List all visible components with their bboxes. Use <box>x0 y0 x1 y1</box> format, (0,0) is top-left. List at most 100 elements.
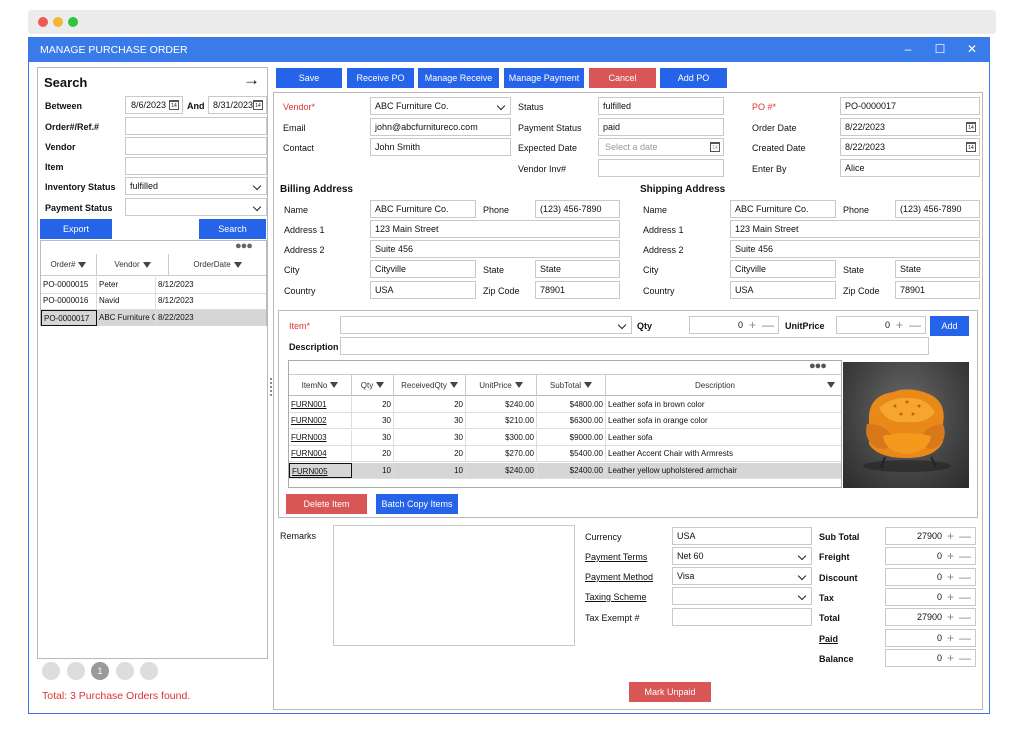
filter-icon[interactable] <box>233 261 242 268</box>
billing-phone-field[interactable]: (123) 456-7890 <box>535 200 620 218</box>
more-dots-icon[interactable]: ●●● <box>235 240 253 252</box>
item-search-input[interactable] <box>125 157 267 175</box>
arrow-right-icon[interactable]: → <box>243 70 260 90</box>
table-row[interactable]: FURN003 30 30 $300.00 $9000.00 Leather sofa <box>289 429 841 446</box>
payment-method-link[interactable]: Payment Method <box>585 572 653 582</box>
tax-stepper[interactable]: 0 + — <box>885 587 976 606</box>
minus-icon[interactable]: — <box>909 317 921 333</box>
qty-col-header[interactable]: Qty <box>352 375 394 395</box>
vendor-col-header[interactable]: Vendor <box>97 254 169 275</box>
plus-icon[interactable]: + <box>947 528 954 544</box>
receive-po-button[interactable]: Receive PO <box>347 68 414 88</box>
plus-icon[interactable]: + <box>947 569 954 585</box>
plus-icon[interactable]: + <box>896 317 903 333</box>
receivedqty-col-header[interactable]: ReceivedQty <box>394 375 466 395</box>
billing-city-field[interactable]: Cityville <box>370 260 476 278</box>
shipping-addr1-field[interactable]: 123 Main Street <box>730 220 980 238</box>
enter-by-field[interactable]: Alice <box>840 159 980 177</box>
billing-state-field[interactable]: State <box>535 260 620 278</box>
description-input[interactable] <box>340 337 929 355</box>
itemno-col-header[interactable]: ItemNo <box>289 375 352 395</box>
table-row[interactable]: PO-0000016 Navid 8/12/2023 <box>41 293 266 310</box>
date-from-input[interactable]: 8/6/2023 14 <box>125 96 183 114</box>
minus-icon[interactable]: — <box>762 317 774 333</box>
expected-date-input[interactable]: Select a date 14 <box>598 138 724 156</box>
shipping-city-field[interactable]: Cityville <box>730 260 836 278</box>
billing-country-field[interactable]: USA <box>370 281 476 299</box>
paid-label[interactable]: Paid <box>819 634 838 644</box>
shipping-country-field[interactable]: USA <box>730 281 836 299</box>
filter-icon[interactable] <box>826 382 835 388</box>
order-col-header[interactable]: Order# <box>41 254 97 275</box>
inventory-status-select[interactable]: fulfilled <box>125 177 267 195</box>
subtotal-stepper[interactable]: 27900 + — <box>885 527 976 545</box>
manage-receive-button[interactable]: Manage Receive <box>418 68 499 88</box>
minus-icon[interactable]: — <box>959 650 971 666</box>
subtotal-col-header[interactable]: SubTotal <box>537 375 606 395</box>
minus-icon[interactable]: — <box>959 630 971 646</box>
export-button[interactable]: Export <box>40 219 112 239</box>
paid-stepper[interactable]: 0 + — <box>885 628 976 647</box>
close-dot-icon[interactable] <box>38 17 48 27</box>
minimize-dot-icon[interactable] <box>53 17 63 27</box>
itemno-cell[interactable]: FURN002 <box>289 413 352 429</box>
minus-icon[interactable]: — <box>959 569 971 585</box>
billing-zip-field[interactable]: 78901 <box>535 281 620 299</box>
orderdate-col-header[interactable]: OrderDate <box>169 254 266 275</box>
billing-name-field[interactable]: ABC Furniture Co. <box>370 200 476 218</box>
minus-icon[interactable]: — <box>959 589 971 605</box>
item-select[interactable] <box>340 316 632 334</box>
tax-exempt-field[interactable] <box>672 608 812 626</box>
qty-stepper[interactable]: 0 + — <box>689 316 779 334</box>
maximize-dot-icon[interactable] <box>68 17 78 27</box>
payment-terms-link[interactable]: Payment Terms <box>585 552 647 562</box>
table-row[interactable]: FURN004 20 20 $270.00 $5400.00 Leather Accent… <box>289 446 841 463</box>
save-button[interactable]: Save <box>276 68 342 88</box>
minus-icon[interactable]: — <box>959 528 971 544</box>
email-field[interactable]: john@abcfurnitureco.com <box>370 118 511 136</box>
more-dots-icon[interactable]: ●●● <box>809 360 827 372</box>
add-po-button[interactable]: Add PO <box>660 68 727 88</box>
splitter-handle[interactable] <box>270 378 272 396</box>
first-page-icon[interactable] <box>42 662 60 680</box>
window-maximize-icon[interactable]: ☐ <box>933 42 947 56</box>
vendor-search-input[interactable] <box>125 137 267 155</box>
add-item-button[interactable]: Add <box>930 316 969 336</box>
payment-terms-select[interactable]: Net 60 <box>672 547 812 565</box>
filter-icon[interactable] <box>376 382 385 388</box>
plus-icon[interactable]: + <box>947 548 954 564</box>
calendar-icon[interactable]: 14 <box>966 122 976 132</box>
window-minimize-icon[interactable]: – <box>901 42 915 56</box>
window-close-icon[interactable]: ✕ <box>965 42 979 56</box>
last-page-icon[interactable] <box>140 662 158 680</box>
minus-icon[interactable]: — <box>959 609 971 625</box>
table-row[interactable]: FURN002 30 30 $210.00 $6300.00 Leather sofa i… <box>289 413 841 430</box>
remarks-textarea[interactable] <box>333 525 575 646</box>
plus-icon[interactable]: + <box>947 630 954 646</box>
order-ref-input[interactable] <box>125 117 267 135</box>
itemno-cell[interactable]: FURN003 <box>289 429 352 445</box>
total-stepper[interactable]: 27900 + — <box>885 608 976 627</box>
unit-price-stepper[interactable]: 0 + — <box>836 316 926 334</box>
filter-icon[interactable] <box>142 261 151 268</box>
filter-icon[interactable] <box>449 382 458 388</box>
mark-unpaid-button[interactable]: Mark Unpaid <box>629 682 711 702</box>
shipping-name-field[interactable]: ABC Furniture Co. <box>730 200 836 218</box>
description-col-header[interactable]: Description <box>606 375 841 395</box>
calendar-icon[interactable]: 14 <box>710 142 720 152</box>
plus-icon[interactable]: + <box>947 589 954 605</box>
plus-icon[interactable]: + <box>947 609 954 625</box>
shipping-addr2-field[interactable]: Suite 456 <box>730 240 980 258</box>
status-field[interactable]: fulfilled <box>598 97 724 115</box>
filter-icon[interactable] <box>514 382 523 388</box>
cancel-button[interactable]: Cancel <box>589 68 656 88</box>
shipping-zip-field[interactable]: 78901 <box>895 281 980 299</box>
taxing-scheme-select[interactable] <box>672 587 812 605</box>
calendar-icon[interactable]: 14 <box>966 142 976 152</box>
currency-field[interactable]: USA <box>672 527 812 545</box>
next-page-icon[interactable] <box>116 662 134 680</box>
taxing-scheme-link[interactable]: Taxing Scheme <box>585 592 647 602</box>
plus-icon[interactable]: + <box>749 317 756 333</box>
table-row[interactable]: PO-0000017 ABC Furniture Co. 8/22/2023 <box>41 310 266 326</box>
table-row[interactable]: PO-0000015 Peter 8/12/2023 <box>41 277 266 294</box>
